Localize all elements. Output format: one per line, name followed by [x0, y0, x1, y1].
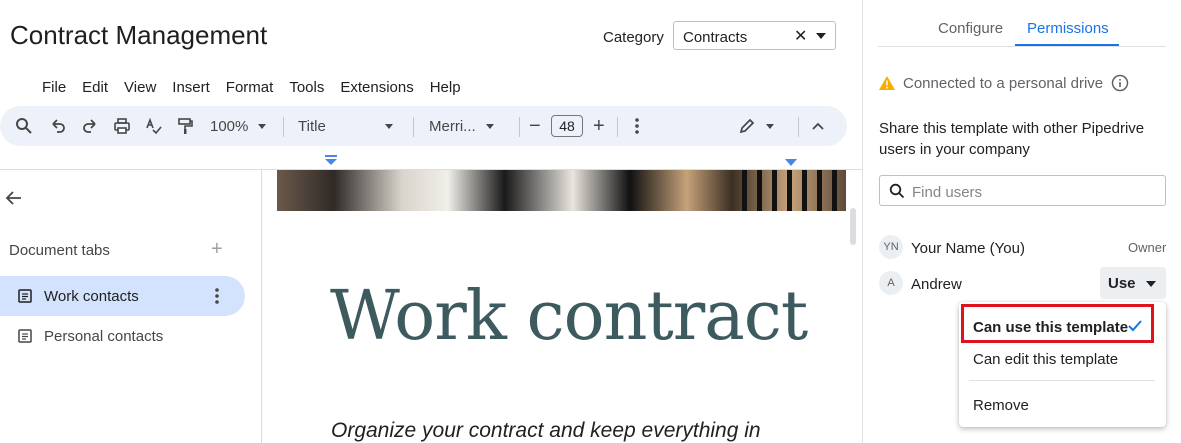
caret-down-icon — [766, 123, 774, 129]
plus-icon[interactable]: + — [211, 238, 223, 261]
category-select[interactable]: Contracts ✕ — [673, 21, 836, 50]
font-size-input[interactable]: 48 — [551, 115, 583, 137]
document-icon — [18, 329, 32, 343]
document-tabs-label: Document tabs — [9, 242, 110, 259]
warning-text: Connected to a personal drive — [903, 75, 1104, 92]
toolbar-divider — [798, 117, 799, 137]
scrollbar-thumb[interactable] — [850, 208, 856, 245]
menu-edit[interactable]: Edit — [82, 79, 108, 96]
search-placeholder: Find users — [912, 184, 983, 201]
font-select[interactable]: Merri... — [429, 106, 494, 146]
menu-item-remove[interactable]: Remove — [973, 397, 1029, 414]
user-row: YN — [879, 235, 903, 259]
menu-item-can-edit[interactable]: Can edit this template — [973, 351, 1118, 368]
collapse-icon[interactable] — [811, 106, 825, 146]
redo-icon[interactable] — [81, 106, 99, 146]
menu-format[interactable]: Format — [226, 79, 274, 96]
more-icon[interactable] — [214, 287, 220, 305]
check-icon — [1128, 320, 1142, 332]
font-value: Merri... — [429, 117, 476, 135]
divider — [261, 170, 262, 443]
avatar: YN — [879, 235, 903, 259]
app-title: Contract Management — [10, 20, 268, 50]
category-label: Category — [603, 29, 664, 46]
increase-size-icon[interactable]: + — [593, 106, 605, 146]
role-dropdown-button[interactable]: Use — [1100, 267, 1166, 299]
toolbar: 100% Title Merri... − 48 + — [0, 106, 847, 146]
edit-mode-icon[interactable] — [738, 106, 774, 146]
toolbar-divider — [413, 117, 414, 137]
divider — [969, 380, 1155, 381]
right-indent-marker-icon[interactable] — [785, 159, 797, 167]
decrease-size-icon[interactable]: − — [529, 106, 541, 146]
caret-down-icon — [1146, 281, 1156, 287]
document-icon — [18, 289, 32, 303]
sidebar-item-personal-contacts[interactable]: Personal contacts — [0, 316, 245, 356]
menu-help[interactable]: Help — [430, 79, 461, 96]
menu-insert[interactable]: Insert — [172, 79, 210, 96]
zoom-value: 100% — [210, 117, 249, 135]
menu-file[interactable]: File — [42, 79, 66, 96]
indent-marker-icon[interactable] — [325, 155, 337, 167]
zoom-select[interactable]: 100% — [210, 106, 267, 146]
header-image — [277, 170, 846, 211]
warning-icon — [879, 76, 895, 90]
document-subtitle[interactable]: Organize your contract and keep everythi… — [331, 419, 761, 443]
caret-down-icon — [485, 123, 494, 129]
role-value: Use — [1108, 275, 1136, 292]
search-icon — [889, 183, 905, 199]
document-title[interactable]: Work contract — [330, 277, 808, 356]
sidebar-item-label: Work contacts — [44, 288, 139, 305]
caret-down-icon — [258, 123, 267, 129]
paint-format-icon[interactable] — [176, 106, 194, 146]
category-value: Contracts — [683, 29, 748, 46]
sidebar-item-work-contacts[interactable]: Work contacts — [0, 276, 245, 316]
back-arrow-icon[interactable] — [5, 189, 23, 207]
menu-extensions[interactable]: Extensions — [340, 79, 413, 96]
search-icon[interactable] — [15, 106, 33, 146]
sidebar-item-label: Personal contacts — [44, 328, 164, 345]
user-name: Andrew — [911, 276, 962, 293]
avatar: A — [879, 271, 903, 295]
tab-permissions[interactable]: Permissions — [1027, 20, 1109, 37]
divider — [862, 0, 863, 443]
share-description: Share this template with other Pipedrive… — [879, 120, 1145, 158]
info-icon[interactable] — [1111, 74, 1129, 92]
menu-tools[interactable]: Tools — [289, 79, 324, 96]
style-value: Title — [298, 117, 326, 135]
user-row: A — [879, 271, 903, 295]
divider — [878, 46, 1166, 47]
caret-down-icon — [385, 123, 393, 129]
style-select[interactable]: Title — [298, 106, 398, 146]
caret-down-icon[interactable] — [816, 33, 826, 39]
close-icon[interactable]: ✕ — [794, 26, 807, 46]
user-name: Your Name (You) — [911, 240, 1025, 257]
menu-view[interactable]: View — [124, 79, 156, 96]
toolbar-divider — [519, 117, 520, 137]
print-icon[interactable] — [113, 106, 131, 146]
more-icon[interactable] — [634, 106, 640, 146]
role-menu: Can use this template Can edit this temp… — [959, 302, 1166, 427]
spellcheck-icon[interactable] — [145, 106, 163, 146]
toolbar-divider — [283, 117, 284, 137]
toolbar-divider — [617, 117, 618, 137]
undo-icon[interactable] — [49, 106, 67, 146]
role-label: Owner — [1128, 240, 1167, 255]
search-input[interactable]: Find users — [879, 175, 1166, 206]
menu-item-can-use[interactable]: Can use this template — [973, 319, 1128, 336]
menubar: File Edit View Insert Format Tools Exten… — [42, 79, 477, 96]
tab-configure[interactable]: Configure — [938, 20, 1003, 37]
